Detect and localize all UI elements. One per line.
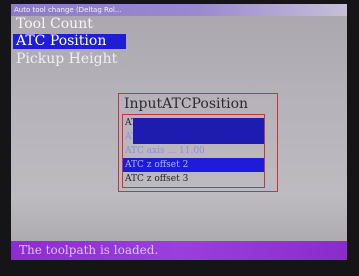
- option-atc-z-offset-2[interactable]: ATC z offset 2: [123, 158, 264, 172]
- menu-item-pickup-height[interactable]: Pickup Height: [13, 52, 146, 67]
- option-atc-axis[interactable]: ATC axis ... 11.00: [123, 144, 264, 158]
- screen: Auto tool change (Deltag Rol... Tool Cou…: [11, 4, 347, 260]
- window-title-bar: Auto tool change (Deltag Rol...: [11, 4, 347, 16]
- status-bar: The toolpath is loaded.: [11, 241, 347, 260]
- option-atc-position-1[interactable]: ATC position 1: [123, 116, 264, 130]
- input-atc-position-dialog: InputATCPosition ATC position 1 ATC x of…: [118, 93, 278, 192]
- menu-item-atc-position[interactable]: ATC Position: [13, 34, 126, 49]
- dialog-option-list: ATC position 1 ATC x offset 2 ATC axis .…: [122, 114, 265, 188]
- menu-item-tool-count[interactable]: Tool Count: [13, 17, 146, 32]
- option-atc-x-offset-2[interactable]: ATC x offset 2: [123, 130, 264, 144]
- dialog-title: InputATCPosition: [124, 96, 249, 112]
- monitor-bezel: Auto tool change (Deltag Rol... Tool Cou…: [0, 0, 359, 276]
- option-atc-z-offset-3[interactable]: ATC z offset 3: [123, 172, 264, 186]
